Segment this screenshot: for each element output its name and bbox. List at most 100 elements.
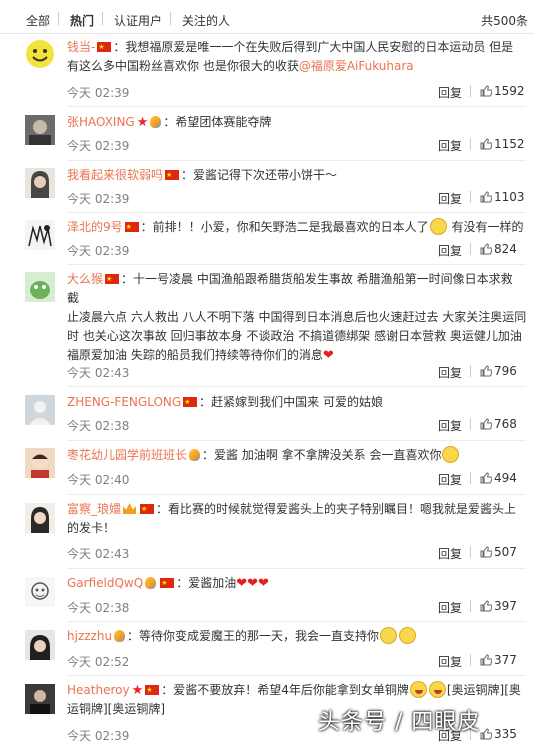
lightbulb-badge-icon bbox=[114, 630, 126, 642]
reply-button[interactable]: 回复 bbox=[438, 84, 462, 101]
username[interactable]: 泽北的9号 bbox=[67, 220, 123, 234]
timestamp: 今天 02:39 bbox=[67, 139, 130, 153]
username[interactable]: 大么猴 bbox=[67, 272, 103, 286]
action-divider bbox=[470, 191, 471, 203]
divider bbox=[68, 212, 526, 213]
like-button[interactable]: 768 bbox=[480, 417, 517, 431]
username[interactable]: ZHENG-FENGLONG bbox=[67, 395, 181, 409]
like-button[interactable]: 824 bbox=[480, 242, 517, 256]
comment-text: [奥运铜牌][奥 bbox=[446, 683, 521, 697]
tab-divider bbox=[102, 12, 103, 25]
avatar[interactable] bbox=[25, 220, 55, 250]
china-flag-icon bbox=[105, 270, 120, 289]
tab-all[interactable]: 全部 bbox=[26, 12, 50, 29]
comment-text: 有没有一样的 bbox=[451, 220, 524, 234]
sketch-avatar-icon bbox=[25, 577, 55, 607]
username[interactable]: 张HAOXING bbox=[67, 115, 135, 129]
reply-button[interactable]: 回复 bbox=[438, 242, 462, 259]
like-button[interactable]: 494 bbox=[480, 471, 517, 485]
sweat-smile-emoji-icon bbox=[380, 627, 398, 644]
comment-body: ZHENG-FENGLONG ：赶紧嫁到我们中国来 可爱的姑娘 bbox=[67, 393, 527, 412]
timestamp: 今天 02:38 bbox=[67, 419, 130, 433]
lightbulb-badge-icon bbox=[189, 449, 201, 461]
username[interactable]: hjzzzhu bbox=[67, 629, 112, 643]
username[interactable]: Heatheroy bbox=[67, 683, 130, 697]
thumbs-up-icon bbox=[480, 600, 492, 612]
action-divider bbox=[470, 600, 471, 612]
like-count: 1152 bbox=[494, 137, 525, 151]
photo-avatar-icon bbox=[25, 115, 55, 145]
watermark: 头条号 / 四眼皮 bbox=[318, 710, 481, 735]
reply-button[interactable]: 回复 bbox=[438, 364, 462, 381]
username[interactable]: 枣花幼儿园学前班班长 bbox=[67, 448, 187, 462]
sweat-smile-emoji-icon bbox=[429, 218, 447, 235]
reply-button[interactable]: 回复 bbox=[438, 471, 462, 488]
thumbs-up-icon bbox=[480, 418, 492, 430]
reply-button[interactable]: 回复 bbox=[438, 190, 462, 207]
sketch-avatar-icon bbox=[25, 220, 55, 250]
comment-body: 泽北的9号 ：前排！！小爱，你和矢野浩二是我最喜欢的日本人了 有没有一样的 bbox=[67, 218, 527, 237]
timestamp: 今天 02:52 bbox=[67, 655, 130, 669]
like-button[interactable]: 507 bbox=[480, 545, 517, 559]
like-button[interactable]: 1103 bbox=[480, 190, 525, 204]
comment-text: ：十一号凌晨 中国渔船跟希腊货船发生事故 希腊渔船第一时间像日本求救 截 bbox=[67, 272, 513, 305]
avatar[interactable] bbox=[25, 503, 55, 533]
comment-text: ：前排！！小爱，你和矢野浩二是我最喜欢的日本人了 bbox=[140, 220, 429, 234]
comment-filter-tabs: 全部 热门 认证用户 关注的人 共500条 bbox=[0, 0, 534, 34]
like-button[interactable]: 796 bbox=[480, 364, 517, 378]
username[interactable]: 富察_琅嬛 bbox=[67, 502, 121, 516]
comment-text: ：爱酱加油 bbox=[176, 576, 237, 590]
comment-text: 运铜牌][奥运铜牌] bbox=[67, 702, 166, 716]
avatar[interactable] bbox=[25, 115, 55, 145]
tab-divider bbox=[58, 12, 59, 25]
timestamp: 今天 02:43 bbox=[67, 366, 130, 380]
comment-text: 的发卡！ bbox=[67, 521, 116, 535]
tab-hot[interactable]: 热门 bbox=[70, 12, 94, 29]
timestamp: 今天 02:38 bbox=[67, 601, 130, 615]
like-count: 1103 bbox=[494, 190, 525, 204]
comment-body: 张HAOXING ★ ：希望团体赛能夺牌 bbox=[67, 113, 527, 132]
tab-verified[interactable]: 认证用户 bbox=[114, 12, 162, 29]
action-divider bbox=[470, 546, 471, 558]
like-button[interactable]: 1152 bbox=[480, 137, 525, 151]
username[interactable]: GarfieldQwQ bbox=[67, 576, 143, 590]
avatar[interactable] bbox=[25, 577, 55, 607]
avatar[interactable] bbox=[25, 395, 55, 425]
reply-button[interactable]: 回复 bbox=[438, 137, 462, 154]
reply-button[interactable]: 回复 bbox=[438, 599, 462, 616]
thumbs-up-icon bbox=[480, 728, 492, 740]
tab-following[interactable]: 关注的人 bbox=[182, 12, 230, 29]
tab-divider bbox=[170, 12, 171, 25]
comment-body: GarfieldQwQ ：爱酱加油❤❤❤ bbox=[67, 574, 527, 593]
comment-body: 富察_琅嬛 ：看比赛的时候就觉得爱酱头上的夹子特别瞩目！嗯我就是爱酱头上 的发卡！ bbox=[67, 500, 527, 538]
like-button[interactable]: 377 bbox=[480, 653, 517, 667]
reply-button[interactable]: 回复 bbox=[438, 653, 462, 670]
like-count: 796 bbox=[494, 364, 517, 378]
comment-text: ：爱酱不要放弃！希望4年后你能拿到女单铜牌 bbox=[161, 683, 409, 697]
like-button[interactable]: 335 bbox=[480, 727, 517, 741]
mention-link[interactable]: @福原爱AiFukuhara bbox=[299, 59, 414, 73]
avatar[interactable] bbox=[25, 630, 55, 660]
reply-button[interactable]: 回复 bbox=[438, 545, 462, 562]
username[interactable]: 钱当- bbox=[67, 40, 95, 54]
avatar[interactable] bbox=[25, 448, 55, 478]
action-divider bbox=[470, 472, 471, 484]
star-badge-icon: ★ bbox=[136, 115, 149, 130]
username[interactable]: 我看起来很软弱吗 bbox=[67, 168, 163, 182]
china-flag-icon bbox=[165, 166, 180, 185]
like-button[interactable]: 1592 bbox=[480, 84, 525, 98]
reply-button[interactable]: 回复 bbox=[438, 417, 462, 434]
like-button[interactable]: 397 bbox=[480, 599, 517, 613]
avatar[interactable] bbox=[25, 39, 55, 69]
child-photo-avatar-icon bbox=[25, 448, 55, 478]
comment-body: 钱当- ：我想福原爱是唯一一个在失败后得到广大中国人民安慰的日本运动员 但是 有这… bbox=[67, 38, 527, 76]
avatar[interactable] bbox=[25, 272, 55, 302]
timestamp: 今天 02:43 bbox=[67, 547, 130, 561]
avatar[interactable] bbox=[25, 684, 55, 714]
comment-text: ：我想福原爱是唯一一个在失败后得到广大中国人民安慰的日本运动员 但是 bbox=[113, 40, 514, 54]
heart-emoji-icon: ❤ bbox=[322, 348, 334, 363]
cartoon-avatar-icon bbox=[25, 272, 55, 302]
like-count: 824 bbox=[494, 242, 517, 256]
avatar[interactable] bbox=[25, 168, 55, 198]
like-count: 1592 bbox=[494, 84, 525, 98]
